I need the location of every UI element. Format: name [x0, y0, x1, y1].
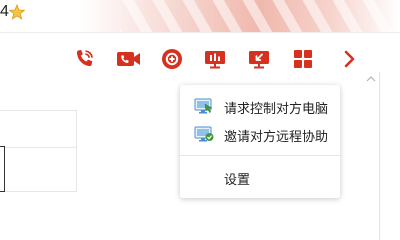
voice-call-button[interactable]	[72, 46, 98, 72]
video-camera-icon	[117, 52, 140, 66]
chevron-right-icon	[344, 50, 355, 68]
more-tools-button[interactable]	[336, 46, 362, 72]
remote-screen-icon	[249, 51, 269, 69]
title-divider	[0, 32, 400, 33]
apps-button[interactable]	[290, 46, 316, 72]
add-contact-icon	[162, 49, 182, 69]
menu-item-label: 设置	[224, 173, 251, 188]
video-call-button[interactable]	[115, 46, 141, 72]
remote-control-button[interactable]	[246, 46, 272, 72]
menu-item-invite-assist[interactable]: 邀请对方远程协助	[180, 120, 340, 148]
presentation-button[interactable]	[202, 46, 228, 72]
apps-grid-icon	[294, 50, 312, 68]
left-panel-divider	[0, 147, 76, 148]
request-control-icon	[194, 98, 213, 114]
scroll-up-icon[interactable]	[366, 75, 376, 83]
menu-item-request-control[interactable]: 请求控制对方电脑	[180, 92, 340, 120]
star-icon	[9, 4, 25, 20]
title-bar: 4	[0, 0, 400, 32]
menu-item-settings[interactable]: 设置	[180, 163, 340, 191]
scrollbar-track[interactable]	[379, 72, 380, 240]
add-contact-button[interactable]	[159, 46, 185, 72]
menu-item-label: 请求控制对方电脑	[224, 102, 329, 117]
left-panel-card	[0, 110, 77, 192]
message-input-box[interactable]	[0, 146, 5, 192]
menu-separator	[180, 155, 340, 156]
title-bar-pattern	[120, 0, 400, 32]
screen-share-presentation-icon	[205, 51, 225, 69]
invite-assist-icon	[194, 126, 214, 142]
menu-item-label: 邀请对方远程协助	[224, 130, 329, 145]
title-number-fragment: 4	[0, 3, 9, 20]
phone-call-icon	[76, 50, 93, 67]
remote-assist-menu: 请求控制对方电脑 邀请对方远程协助 设置	[180, 85, 340, 198]
